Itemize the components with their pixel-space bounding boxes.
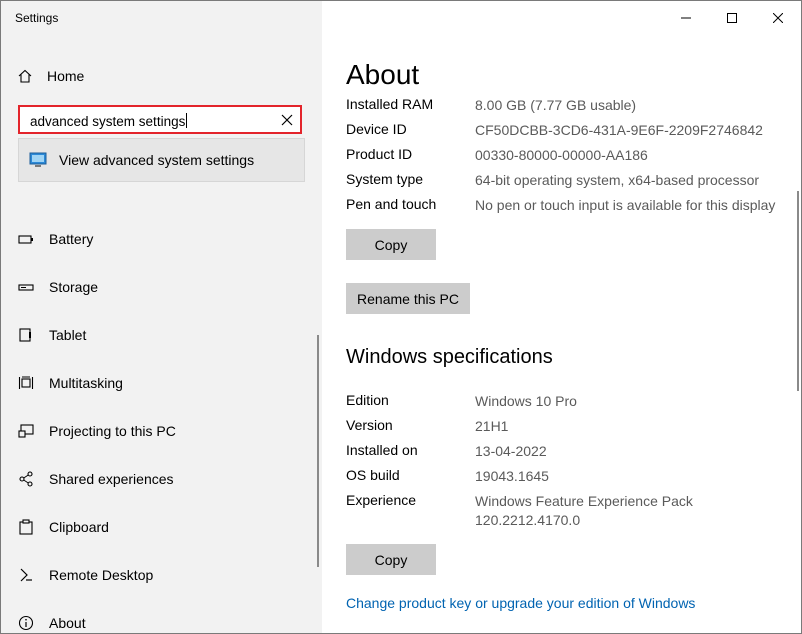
close-icon xyxy=(773,13,783,23)
battery-icon xyxy=(18,235,33,244)
spec-label: Device ID xyxy=(346,121,407,137)
sidebar-item-storage[interactable]: Storage xyxy=(18,275,98,299)
sidebar-item-home[interactable]: Home xyxy=(17,65,84,87)
projecting-icon xyxy=(18,424,34,438)
settings-window: Settings Home advanced system settings V… xyxy=(0,0,802,634)
spec-label: System type xyxy=(346,171,424,187)
spec-value: 19043.1645 xyxy=(475,468,549,484)
sidebar-scrollbar[interactable] xyxy=(317,335,319,567)
maximize-button[interactable] xyxy=(709,1,755,35)
sidebar-item-projecting[interactable]: Projecting to this PC xyxy=(18,419,176,443)
storage-icon xyxy=(18,284,34,291)
spec-label: Experience xyxy=(346,492,417,508)
spec-value: No pen or touch input is available for t… xyxy=(475,197,776,213)
spec-value: 00330-80000-00000-AA186 xyxy=(475,147,648,163)
sidebar-item-label: Home xyxy=(47,68,85,84)
minimize-button[interactable] xyxy=(663,1,709,35)
spec-value: 21H1 xyxy=(475,418,509,434)
search-suggestion-label: View advanced system settings xyxy=(59,152,255,168)
remote-desktop-icon xyxy=(20,568,32,582)
copy-device-specs-button[interactable]: Copy xyxy=(346,229,436,260)
system-monitor-icon xyxy=(29,152,47,167)
change-product-key-link[interactable]: Change product key or upgrade your editi… xyxy=(346,595,695,611)
sidebar-item-about[interactable]: About xyxy=(18,611,86,633)
search-suggestion[interactable]: View advanced system settings xyxy=(18,138,305,182)
main-scrollbar[interactable] xyxy=(797,191,799,391)
spec-label: Version xyxy=(346,417,393,433)
minimize-icon xyxy=(681,17,691,19)
tablet-icon xyxy=(19,328,31,342)
shared-experiences-icon xyxy=(19,471,33,487)
rename-pc-button[interactable]: Rename this PC xyxy=(346,283,470,314)
sidebar-item-battery[interactable]: Battery xyxy=(18,227,93,251)
sidebar-item-shared-experiences[interactable]: Shared experiences xyxy=(18,467,174,491)
copy-windows-specs-button[interactable]: Copy xyxy=(346,544,436,575)
spec-label: OS build xyxy=(346,467,400,483)
sidebar-item-label: Projecting to this PC xyxy=(49,423,176,439)
spec-label: Pen and touch xyxy=(346,196,437,212)
clear-search-icon[interactable] xyxy=(280,113,294,127)
text-caret xyxy=(186,113,188,128)
windows-specs-title: Windows specifications xyxy=(346,346,553,368)
close-button[interactable] xyxy=(755,1,801,35)
spec-value: 13-04-2022 xyxy=(475,443,547,459)
search-input[interactable]: advanced system settings xyxy=(18,105,302,134)
clipboard-icon xyxy=(19,519,33,535)
spec-value: 64-bit operating system, x64-based proce… xyxy=(475,172,760,188)
sidebar-item-label: Clipboard xyxy=(49,519,109,535)
multitasking-icon xyxy=(18,376,34,389)
sidebar-item-label: Battery xyxy=(49,231,94,247)
spec-value: CF50DCBB-3CD6-431A-9E6F-2209F2746842 xyxy=(475,122,763,138)
spec-label: Edition xyxy=(346,392,389,408)
sidebar-item-clipboard[interactable]: Clipboard xyxy=(18,515,109,539)
search-input-value: advanced system settings xyxy=(30,114,186,129)
spec-value: Windows 10 Pro xyxy=(475,393,577,409)
maximize-icon xyxy=(727,13,737,23)
sidebar: Settings Home advanced system settings V… xyxy=(1,1,322,633)
spec-label: Product ID xyxy=(346,146,413,162)
spec-value: Windows Feature Experience Pack 120.2212… xyxy=(475,493,693,528)
sidebar-item-multitasking[interactable]: Multitasking xyxy=(18,371,123,395)
home-icon xyxy=(18,69,32,83)
sidebar-item-label: Multitasking xyxy=(49,375,123,391)
spec-label: Installed on xyxy=(346,442,418,458)
spec-label: Installed RAM xyxy=(346,96,434,112)
sidebar-item-label: Remote Desktop xyxy=(49,567,154,583)
page-title: About xyxy=(346,59,420,90)
sidebar-item-label: Shared experiences xyxy=(49,471,174,487)
sidebar-item-label: About xyxy=(49,615,86,631)
sidebar-item-label: Storage xyxy=(49,279,99,295)
window-title: Settings xyxy=(15,11,59,25)
sidebar-item-label: Tablet xyxy=(49,327,87,343)
window-controls xyxy=(663,1,801,35)
spec-value: 8.00 GB (7.77 GB usable) xyxy=(475,97,637,113)
info-icon xyxy=(18,615,34,631)
sidebar-item-tablet[interactable]: Tablet xyxy=(18,323,86,347)
sidebar-item-remote-desktop[interactable]: Remote Desktop xyxy=(18,563,153,587)
